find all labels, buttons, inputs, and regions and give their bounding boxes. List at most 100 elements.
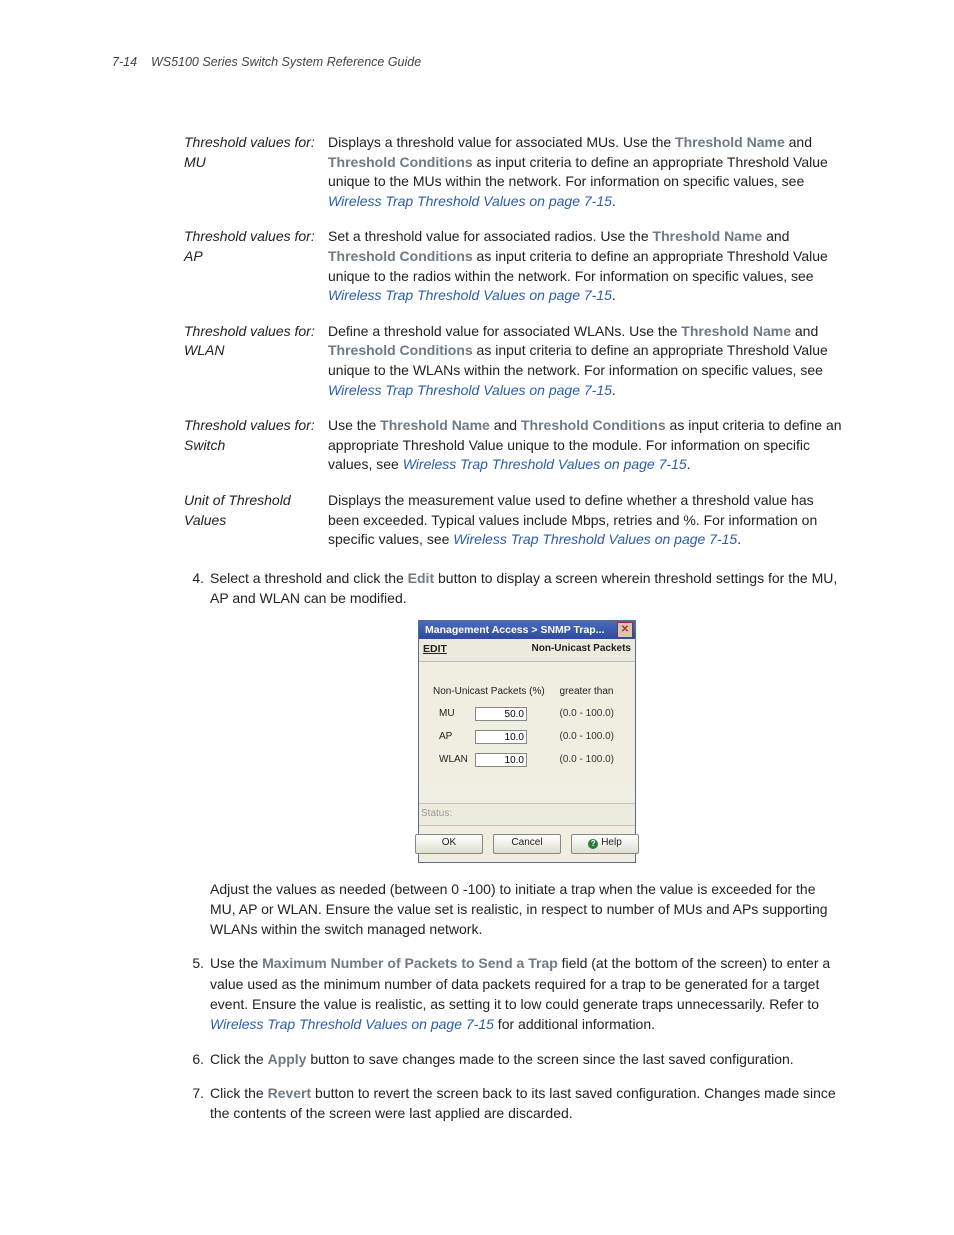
def-term: Threshold values for: WLAN [184,322,328,400]
button-label: OK [442,836,456,851]
dialog-figure: Management Access > SNMP Trap... ✕ EDIT … [210,620,844,862]
xref-link[interactable]: Wireless Trap Threshold Values on page 7… [403,456,687,472]
xref-link[interactable]: Wireless Trap Threshold Values on page 7… [328,382,612,398]
text: . [612,382,616,398]
bold-term: Maximum Number of Packets to Send a Trap [262,955,558,971]
dialog-title: Management Access > SNMP Trap... [425,623,604,638]
step-4: 4. Select a threshold and click the Edit… [184,568,844,940]
text: . [612,193,616,209]
bold-term: Apply [268,1051,307,1067]
def-desc: Displays the measurement value used to d… [328,491,844,550]
text: and [490,417,521,433]
step-number: 6. [184,1049,204,1069]
def-desc: Use the Threshold Name and Threshold Con… [328,416,844,475]
step-body: Use the Maximum Number of Packets to Sen… [210,953,844,1034]
bold-term: Revert [268,1085,312,1101]
step-number: 7. [184,1083,204,1124]
def-row: Threshold values for: Switch Use the Thr… [184,416,844,475]
def-desc: Displays a threshold value for associate… [328,133,844,211]
text: Select a threshold and click the [210,570,408,586]
bold-term: Threshold Name [681,323,791,339]
def-row: Threshold values for: WLAN Define a thre… [184,322,844,400]
text: Use the [328,417,380,433]
button-label: Cancel [511,836,542,851]
dialog-titlebar: Management Access > SNMP Trap... ✕ [419,621,635,639]
dialog-body: Non-Unicast Packets (%) greater than MU … [419,662,635,788]
definition-table: Threshold values for: MU Displays a thre… [184,133,844,550]
bold-term: Threshold Name [380,417,490,433]
step-6: 6. Click the Apply button to save change… [184,1049,844,1069]
step-5: 5. Use the Maximum Number of Packets to … [184,953,844,1034]
def-row: Threshold values for: MU Displays a thre… [184,133,844,211]
dialog-header: EDIT Non-Unicast Packets [419,639,635,661]
row-label: WLAN [431,750,471,771]
xref-link[interactable]: Wireless Trap Threshold Values on page 7… [328,193,612,209]
edit-dialog: Management Access > SNMP Trap... ✕ EDIT … [418,620,636,862]
help-icon: ? [588,839,598,849]
page-number: 7-14 [112,55,137,69]
bold-term: Threshold Name [653,228,763,244]
text: and [785,134,812,150]
def-term: Threshold values for: Switch [184,416,328,475]
range: (0.0 - 100.0) [558,704,623,725]
text: and [762,228,789,244]
def-term: Unit of Threshold Values [184,491,328,550]
col-header-2: greater than [558,682,623,703]
threshold-table: Non-Unicast Packets (%) greater than MU … [429,680,625,774]
dialog-subtitle: Non-Unicast Packets [532,642,631,657]
step-body: Click the Apply button to save changes m… [210,1049,844,1069]
ap-input[interactable] [475,730,527,744]
mu-input[interactable] [475,707,527,721]
def-term: Threshold values for: AP [184,227,328,305]
def-row: Unit of Threshold Values Displays the me… [184,491,844,550]
bold-term: Threshold Conditions [328,248,473,264]
def-desc: Set a threshold value for associated rad… [328,227,844,305]
table-row: WLAN (0.0 - 100.0) [431,750,623,771]
step-body: Click the Revert button to revert the sc… [210,1083,844,1124]
bold-term: Threshold Conditions [328,342,473,358]
text: Click the [210,1085,268,1101]
row-label: MU [431,704,471,725]
text: and [791,323,818,339]
range: (0.0 - 100.0) [558,727,623,748]
help-button[interactable]: ?Help [571,834,639,854]
step-7: 7. Click the Revert button to revert the… [184,1083,844,1124]
cancel-button[interactable]: Cancel [493,834,561,854]
wlan-input[interactable] [475,753,527,767]
step-number: 4. [184,568,204,940]
text: . [687,456,691,472]
steps-list: 4. Select a threshold and click the Edit… [184,568,844,1124]
col-header-1: Non-Unicast Packets (%) [431,682,556,703]
text: Define a threshold value for associated … [328,323,681,339]
text: . [737,531,741,547]
def-row: Threshold values for: AP Set a threshold… [184,227,844,305]
range: (0.0 - 100.0) [558,750,623,771]
xref-link[interactable]: Wireless Trap Threshold Values on page 7… [210,1016,494,1032]
button-label: Help [601,836,622,851]
text: for additional information. [494,1016,655,1032]
bold-term: Threshold Conditions [521,417,666,433]
text: . [612,287,616,303]
text: Click the [210,1051,268,1067]
bold-term: Threshold Conditions [328,154,473,170]
def-desc: Define a threshold value for associated … [328,322,844,400]
row-label: AP [431,727,471,748]
step-number: 5. [184,953,204,1034]
table-row: MU (0.0 - 100.0) [431,704,623,725]
xref-link[interactable]: Wireless Trap Threshold Values on page 7… [328,287,612,303]
bold-term: Edit [408,570,434,586]
button-row: OK Cancel ?Help [419,826,635,862]
close-icon[interactable]: ✕ [617,622,633,638]
table-row: AP (0.0 - 100.0) [431,727,623,748]
step-body: Select a threshold and click the Edit bu… [210,568,844,940]
page: 7-14 WS5100 Series Switch System Referen… [0,0,954,1235]
xref-link[interactable]: Wireless Trap Threshold Values on page 7… [453,531,737,547]
bold-term: Threshold Name [675,134,785,150]
text: button to save changes made to the scree… [306,1051,793,1067]
edit-label: EDIT [423,642,447,657]
ok-button[interactable]: OK [415,834,483,854]
doc-title: WS5100 Series Switch System Reference Gu… [151,55,421,69]
text: Set a threshold value for associated rad… [328,228,653,244]
page-header: 7-14 WS5100 Series Switch System Referen… [112,55,846,69]
def-term: Threshold values for: MU [184,133,328,211]
